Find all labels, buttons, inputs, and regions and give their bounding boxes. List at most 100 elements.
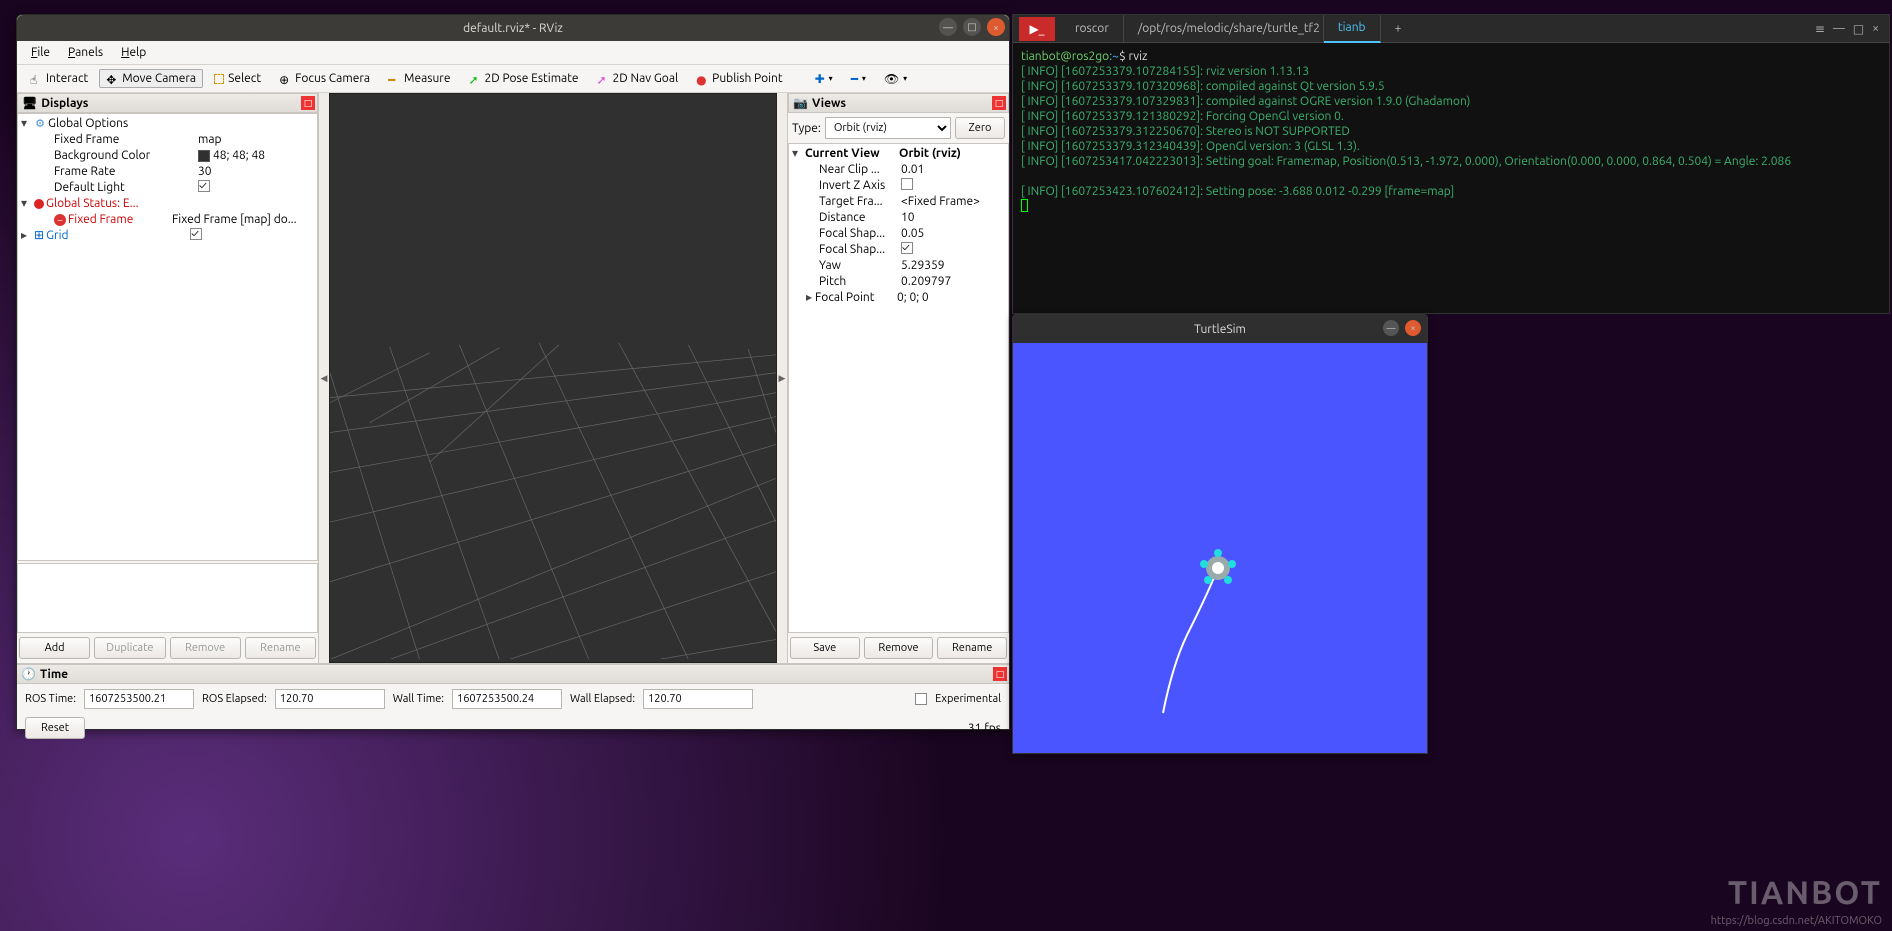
focal-shape-size-value[interactable]: 0.05 [897,226,1008,242]
watermark-url: https://blog.csdn.net/AKITOMOKO [1711,915,1882,927]
experimental-checkbox[interactable] [915,693,927,705]
views-header[interactable]: 📷 Views □ [788,93,1009,113]
default-light-checkbox[interactable] [198,180,210,192]
panel-splitter-right[interactable]: ▶ [777,93,787,663]
eye-icon: 👁 [884,72,899,86]
hand-icon: ☝ [30,73,42,85]
near-clip-value[interactable]: 0.01 [897,162,1008,178]
ros-elapsed-field[interactable] [275,689,385,709]
save-button[interactable]: Save [790,637,860,659]
close-panel-icon[interactable]: □ [993,667,1007,681]
frame-rate-value[interactable]: 30 [194,164,317,180]
expand-icon[interactable]: ▾ [18,116,30,132]
expand-icon[interactable]: ▾ [18,196,30,212]
panel-splitter-left[interactable]: ◀ [319,93,329,663]
close-panel-icon[interactable]: □ [992,96,1006,110]
minimize-icon[interactable]: — [1383,320,1399,336]
new-tab-button[interactable]: + [1381,15,1416,43]
view-type-select[interactable]: Orbit (rviz) [825,117,951,139]
bg-color-value[interactable]: 48; 48; 48 [194,148,317,164]
minus-icon: ━ [851,72,858,86]
plus-icon: ✚ [815,72,825,86]
error-icon: – [54,214,66,226]
terminal-tab-2[interactable]: tianb [1324,15,1381,43]
turtle-icon [1200,549,1236,584]
rviz-menubar: File Panels Help [17,41,1009,65]
tool-focus-camera[interactable]: ⊕Focus Camera [272,69,377,88]
add-button[interactable]: Add [19,637,90,659]
menu-panels[interactable]: Panels [62,43,109,62]
zero-button[interactable]: Zero [955,117,1005,139]
tool-remove-display[interactable]: ━▾ [844,69,873,89]
expand-icon[interactable]: ▾ [789,146,801,162]
displays-header[interactable]: 🖥 Displays □ [17,93,318,113]
tool-2d-pose-estimate[interactable]: ➚2D Pose Estimate [461,69,585,88]
terminal-tab-1[interactable]: /opt/ros/melodic/share/turtle_tf2 [1124,15,1324,43]
ros-time-field[interactable] [84,689,194,709]
rename-view-button[interactable]: Rename [937,637,1007,659]
rename-button: Rename [245,637,316,659]
close-icon[interactable]: × [1872,22,1879,36]
terminal-launcher-icon[interactable]: ▶_ [1019,17,1055,41]
tool-move-camera[interactable]: ✥Move Camera [99,69,203,88]
menu-help[interactable]: Help [115,43,152,62]
rviz-window: default.rviz* - RViz — □ × File Panels H… [16,14,1010,730]
terminal-tab-0[interactable]: roscor [1061,15,1124,43]
minimize-icon[interactable]: — [939,18,957,36]
menu-icon[interactable]: ≡ [1815,22,1825,36]
reset-button[interactable]: Reset [25,717,85,739]
views-tree[interactable]: ▾Current ViewOrbit (rviz) Near Clip ...0… [788,143,1009,633]
focal-point-value[interactable]: 0; 0; 0 [893,290,1008,306]
minimize-icon[interactable]: — [1833,22,1845,36]
3d-viewport[interactable] [329,93,777,663]
close-panel-icon[interactable]: □ [301,96,315,110]
wall-elapsed-field[interactable] [643,689,753,709]
gear-icon: ⚙ [34,118,46,130]
maximize-icon[interactable]: □ [1853,22,1864,36]
focal-shape-fixed-checkbox[interactable] [901,242,913,254]
cursor-icon [1021,199,1028,212]
remove-view-button[interactable]: Remove [864,637,934,659]
close-icon[interactable]: × [987,18,1005,36]
maximize-icon[interactable]: □ [963,18,981,36]
turtlesim-title: TurtleSim [1194,323,1246,336]
invert-z-checkbox[interactable] [901,178,913,190]
tool-toggle-visibility[interactable]: 👁▾ [877,69,914,89]
tool-interact[interactable]: ☝Interact [23,69,95,88]
error-status-icon [34,199,44,209]
views-panel: 📷 Views □ Type: Orbit (rviz) Zero ▾Curre… [787,93,1009,663]
fixed-frame-value[interactable]: map [194,132,317,148]
tool-publish-point[interactable]: ●Publish Point [689,69,789,88]
yaw-value[interactable]: 5.29359 [897,258,1008,274]
experimental-label: Experimental [935,693,1001,705]
terminal-window: ▶_ roscor /opt/ros/melodic/share/turtle_… [1012,14,1890,314]
select-icon [214,74,224,84]
time-header[interactable]: 🕐 Time □ [17,664,1009,684]
menu-file[interactable]: File [25,43,56,62]
turtlesim-canvas[interactable] [1013,343,1427,753]
rviz-titlebar[interactable]: default.rviz* - RViz — □ × [17,15,1009,41]
turtlesim-window: TurtleSim — × [1012,314,1428,754]
displays-tree[interactable]: ▾⚙Global Options Fixed Framemap Backgrou… [17,113,318,561]
arrow-green-icon: ➚ [468,73,480,85]
expand-icon[interactable]: ▸ [18,228,30,244]
wall-time-label: Wall Time: [393,693,444,705]
expand-icon[interactable]: ▸ [803,290,815,306]
target-frame-value[interactable]: <Fixed Frame> [897,194,1008,210]
watermark-brand: TIANBOT [1728,875,1882,911]
terminal-output[interactable]: tianbot@ros2go:~$ rviz [ INFO] [16072533… [1013,43,1889,222]
turtlesim-titlebar[interactable]: TurtleSim — × [1013,315,1427,343]
wall-time-field[interactable] [452,689,562,709]
pitch-value[interactable]: 0.209797 [897,274,1008,290]
tool-add-display[interactable]: ✚▾ [808,69,840,89]
target-icon: ⊕ [279,73,291,85]
tool-select[interactable]: Select [207,69,268,88]
description-area [17,563,318,633]
rviz-title: default.rviz* - RViz [463,22,563,35]
close-icon[interactable]: × [1405,320,1421,336]
grid-checkbox[interactable] [190,228,202,240]
distance-value[interactable]: 10 [897,210,1008,226]
tool-measure[interactable]: ━Measure [381,69,457,88]
panel-icon: 🖥 [22,96,37,110]
tool-2d-nav-goal[interactable]: ➚2D Nav Goal [590,69,686,88]
